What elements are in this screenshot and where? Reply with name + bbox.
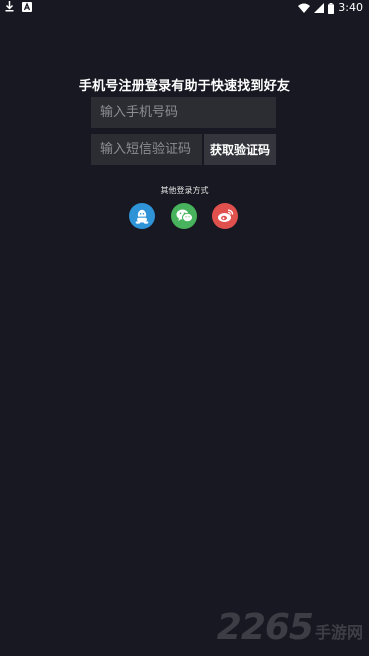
status-bar: 3:40 bbox=[0, 0, 369, 16]
sms-code-input[interactable] bbox=[91, 134, 202, 165]
qq-penguin-icon bbox=[135, 209, 149, 224]
weibo-icon bbox=[217, 209, 233, 222]
notification-a-icon bbox=[22, 1, 32, 12]
wechat-icon bbox=[176, 209, 193, 223]
other-login-label: 其他登录方式 bbox=[160, 186, 209, 195]
status-bar-right: 3:40 bbox=[298, 1, 363, 15]
login-title: 手机号注册登录有助于快速找到好友 bbox=[78, 79, 291, 94]
watermark-number: 2265 bbox=[216, 607, 314, 648]
get-code-button[interactable]: 获取验证码 bbox=[204, 134, 276, 165]
wechat-login-button[interactable] bbox=[171, 203, 197, 229]
watermark-logo: 2265 手游网 bbox=[217, 610, 363, 646]
download-icon bbox=[5, 1, 14, 12]
weibo-login-button[interactable] bbox=[212, 203, 238, 229]
phone-number-input[interactable] bbox=[91, 97, 276, 128]
status-bar-left bbox=[5, 1, 32, 12]
status-time: 3:40 bbox=[338, 1, 363, 14]
watermark-text: 手游网 bbox=[314, 623, 363, 642]
wifi-icon bbox=[298, 3, 311, 13]
cell-signal-icon bbox=[314, 3, 325, 13]
qq-login-button[interactable] bbox=[129, 203, 155, 229]
battery-icon bbox=[328, 2, 335, 14]
